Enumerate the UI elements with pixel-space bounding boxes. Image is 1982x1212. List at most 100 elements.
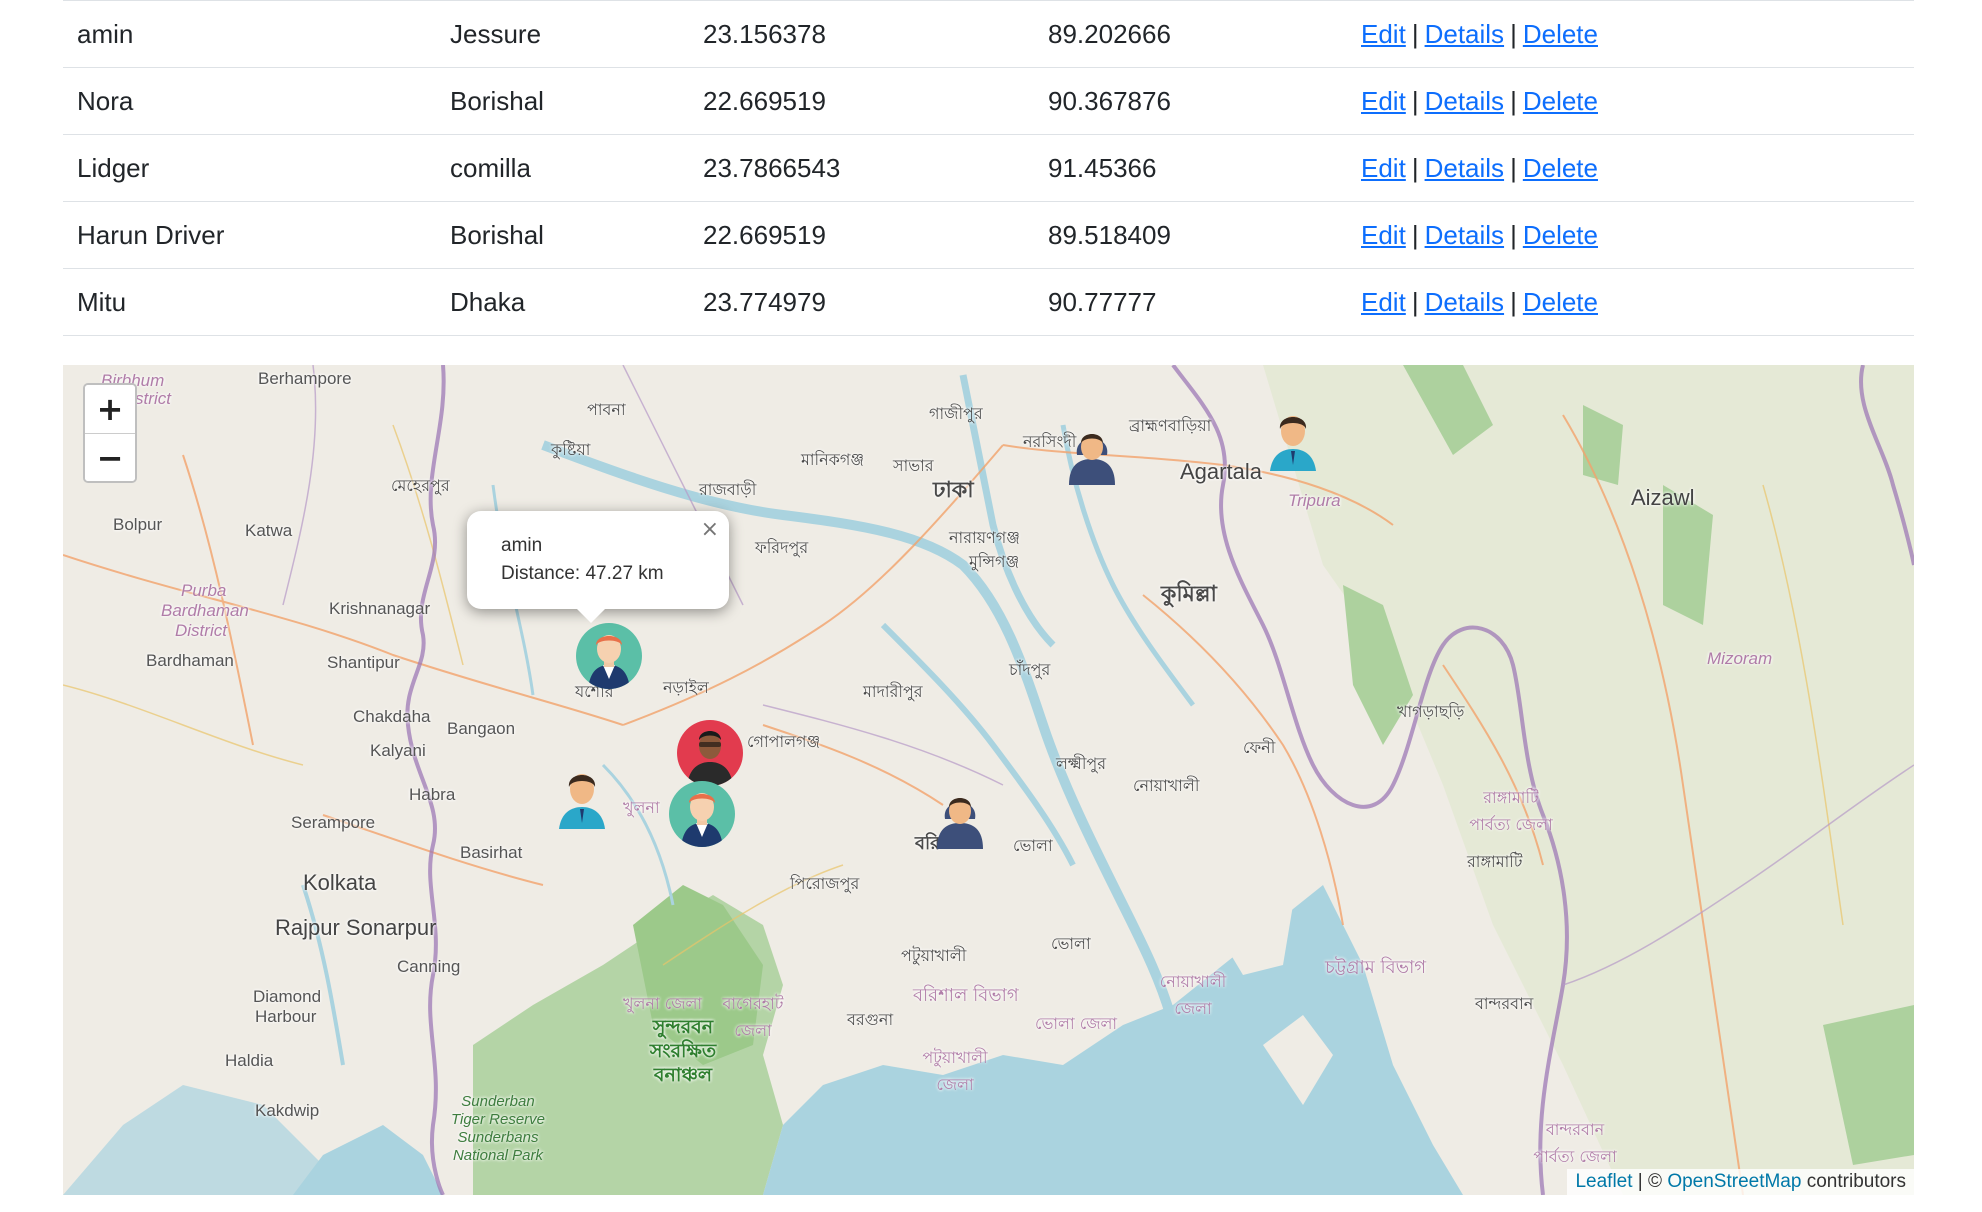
cell-name: Harun Driver	[77, 219, 225, 250]
cell-actions: Edit | Details | Delete	[1347, 202, 1914, 269]
place-rajbari: রাজবাড়ী	[699, 480, 757, 499]
delete-link[interactable]: Delete	[1523, 220, 1598, 250]
delete-link[interactable]: Delete	[1523, 86, 1598, 116]
cell-actions: Edit | Details | Delete	[1347, 135, 1914, 202]
edit-link[interactable]: Edit	[1361, 220, 1406, 250]
cell-latitude: 23.156378	[703, 18, 826, 49]
action-separator: |	[1411, 152, 1419, 183]
place-mizoram: Mizoram	[1707, 649, 1773, 668]
attribution-suffix: contributors	[1801, 1171, 1906, 1192]
action-separator: |	[1411, 85, 1419, 116]
cell-city: comilla	[450, 152, 531, 183]
place-patuakhali: পটুয়াখালী	[901, 946, 967, 965]
zoom-control: + −	[83, 383, 137, 483]
table-row: Lidger comilla 23.7866543 91.45366 Edit | Deta…	[63, 135, 1914, 202]
place-purba-bardhaman: Bardhaman	[161, 601, 249, 620]
place-pirojpur: পিরোজপুর	[790, 874, 860, 893]
table-row: Nora Borishal 22.669519 90.367876 Edit | Detai…	[63, 68, 1914, 135]
place-bolpur: Bolpur	[113, 515, 163, 534]
action-separator: |	[1510, 152, 1517, 183]
cell-latitude: 23.7866543	[703, 152, 841, 183]
action-separator: |	[1510, 219, 1517, 250]
place-manikganj: মানিকগঞ্জ	[801, 450, 865, 469]
place-basirhat: Basirhat	[460, 843, 523, 862]
edit-link[interactable]: Edit	[1361, 86, 1406, 116]
marker-man-hoodie-barishal[interactable]	[927, 783, 993, 849]
details-link[interactable]: Details	[1425, 19, 1504, 49]
cell-name: Nora	[77, 85, 134, 116]
zoom-out-button[interactable]: −	[85, 433, 135, 481]
delete-link[interactable]: Delete	[1523, 287, 1598, 317]
place-pabna: পাবনা	[587, 400, 626, 419]
place-purba-district: District	[175, 621, 227, 640]
cell-longitude: 89.202666	[1048, 18, 1171, 49]
avatar-redhead-icon	[588, 635, 630, 689]
cell-longitude: 90.77777	[1048, 286, 1157, 317]
map-attribution: Leaflet | © OpenStreetMap contributors	[1567, 1169, 1914, 1195]
zoom-in-button[interactable]: +	[85, 385, 135, 433]
marker-amin[interactable]	[576, 623, 642, 689]
place-khulna: খুলনা	[623, 798, 660, 817]
place-bangaon: Bangaon	[447, 719, 516, 738]
place-gopalganj: গোপালগঞ্জ	[747, 732, 821, 751]
place-madaripur: মাদারীপুর	[863, 682, 923, 701]
marker-redhead-2[interactable]	[669, 781, 735, 847]
place-bhola-top: ভোলা	[1013, 836, 1053, 855]
locations-table: amin Jessure 23.156378 89.202666 Edit | Detail…	[63, 0, 1914, 336]
details-link[interactable]: Details	[1425, 153, 1504, 183]
cell-city: Dhaka	[450, 286, 526, 317]
details-link[interactable]: Details	[1425, 287, 1504, 317]
details-link[interactable]: Details	[1425, 220, 1504, 250]
edit-link[interactable]: Edit	[1361, 153, 1406, 183]
place-rangamati: রাঙ্গামাটি	[1467, 852, 1523, 871]
map[interactable]: Berhampore Birbhum District Bolpur Katwa…	[63, 365, 1914, 1195]
place-chandpur: চাঁদপুর	[1009, 660, 1051, 679]
delete-link[interactable]: Delete	[1523, 19, 1598, 49]
action-separator: |	[1510, 286, 1517, 317]
marker-man-teal[interactable]	[549, 763, 615, 829]
place-bhola-district: ভোলা জেলা	[1035, 1014, 1118, 1033]
edit-link[interactable]: Edit	[1361, 287, 1406, 317]
cell-actions: Edit | Details | Delete	[1347, 269, 1914, 336]
action-separator: |	[1510, 85, 1517, 116]
delete-link[interactable]: Delete	[1523, 153, 1598, 183]
place-munshiganj: মুন্সিগঞ্জ	[969, 552, 1020, 571]
marker-popup: × amin Distance: 47.27 km	[467, 511, 729, 623]
place-habra: Habra	[409, 785, 456, 804]
openstreetmap-link[interactable]: OpenStreetMap	[1667, 1171, 1801, 1192]
cell-longitude: 90.367876	[1048, 85, 1171, 116]
marker-man-hoodie-narsingdi[interactable]	[1059, 419, 1125, 485]
details-link[interactable]: Details	[1425, 86, 1504, 116]
place-bhola: ভোলা	[1051, 934, 1091, 953]
edit-link[interactable]: Edit	[1361, 19, 1406, 49]
place-katwa: Katwa	[245, 521, 293, 540]
cell-latitude: 22.669519	[703, 219, 826, 250]
place-kushtia: কুষ্টিয়া	[551, 440, 591, 459]
place-aizawl: Aizawl	[1631, 485, 1695, 510]
avatar-photo-icon	[687, 731, 733, 786]
place-agartala: Agartala	[1180, 459, 1262, 484]
popup-close-icon[interactable]: ×	[701, 517, 719, 542]
place-shantipur: Shantipur	[327, 653, 400, 672]
place-narail: নড়াইল	[663, 678, 709, 697]
marker-man-teal-agartala[interactable]	[1260, 405, 1326, 471]
place-sundarban-reserve: সুন্দরবন সংরক্ষিত বনাঞ্চল	[649, 1016, 717, 1086]
place-bandarban-district: বান্দরবান পার্বত্য জেলা	[1533, 1120, 1617, 1166]
locations-table-container: amin Jessure 23.156378 89.202666 Edit | Detail…	[63, 0, 1914, 336]
place-faridpur: ফরিদপুর	[755, 538, 809, 557]
cell-name: amin	[77, 18, 134, 49]
leaflet-link[interactable]: Leaflet	[1575, 1171, 1632, 1192]
place-serampore: Serampore	[291, 813, 376, 832]
place-bardhaman: Bardhaman	[146, 651, 234, 670]
cell-latitude: 23.774979	[703, 286, 826, 317]
cell-name: Mitu	[77, 286, 127, 317]
table-row: Harun Driver Borishal 22.669519 89.518409 Ed…	[63, 202, 1914, 269]
place-bandarban: বান্দরবান	[1475, 994, 1534, 1013]
cell-city: Borishal	[450, 219, 544, 250]
cell-longitude: 89.518409	[1048, 219, 1171, 250]
marker-photo-person[interactable]	[677, 720, 743, 786]
table-body: amin Jessure 23.156378 89.202666 Edit | Detail…	[63, 0, 1914, 336]
table-row: amin Jessure 23.156378 89.202666 Edit | Detail…	[63, 0, 1914, 68]
place-kakdwip: Kakdwip	[255, 1101, 320, 1120]
action-separator: |	[1411, 219, 1419, 250]
